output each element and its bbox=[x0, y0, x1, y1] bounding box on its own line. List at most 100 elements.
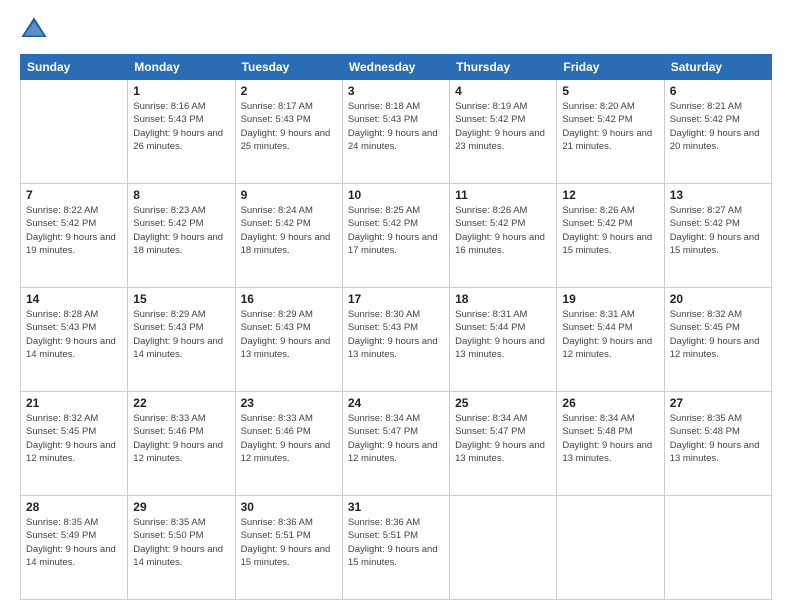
day-number: 7 bbox=[26, 188, 122, 202]
day-number: 29 bbox=[133, 500, 229, 514]
calendar-cell: 20 Sunrise: 8:32 AMSunset: 5:45 PMDaylig… bbox=[664, 288, 771, 392]
header bbox=[20, 16, 772, 44]
day-info: Sunrise: 8:32 AMSunset: 5:45 PMDaylight:… bbox=[26, 412, 122, 465]
calendar-cell: 31 Sunrise: 8:36 AMSunset: 5:51 PMDaylig… bbox=[342, 496, 449, 600]
weekday-header-friday: Friday bbox=[557, 55, 664, 80]
calendar-cell: 9 Sunrise: 8:24 AMSunset: 5:42 PMDayligh… bbox=[235, 184, 342, 288]
day-info: Sunrise: 8:36 AMSunset: 5:51 PMDaylight:… bbox=[241, 516, 337, 569]
calendar-cell bbox=[664, 496, 771, 600]
day-info: Sunrise: 8:30 AMSunset: 5:43 PMDaylight:… bbox=[348, 308, 444, 361]
day-info: Sunrise: 8:35 AMSunset: 5:50 PMDaylight:… bbox=[133, 516, 229, 569]
day-info: Sunrise: 8:24 AMSunset: 5:42 PMDaylight:… bbox=[241, 204, 337, 257]
calendar-cell: 16 Sunrise: 8:29 AMSunset: 5:43 PMDaylig… bbox=[235, 288, 342, 392]
day-info: Sunrise: 8:34 AMSunset: 5:47 PMDaylight:… bbox=[455, 412, 551, 465]
day-number: 27 bbox=[670, 396, 766, 410]
day-number: 20 bbox=[670, 292, 766, 306]
week-row-1: 1 Sunrise: 8:16 AMSunset: 5:43 PMDayligh… bbox=[21, 80, 772, 184]
day-info: Sunrise: 8:27 AMSunset: 5:42 PMDaylight:… bbox=[670, 204, 766, 257]
weekday-header-row: SundayMondayTuesdayWednesdayThursdayFrid… bbox=[21, 55, 772, 80]
day-number: 14 bbox=[26, 292, 122, 306]
day-number: 16 bbox=[241, 292, 337, 306]
day-info: Sunrise: 8:34 AMSunset: 5:47 PMDaylight:… bbox=[348, 412, 444, 465]
calendar-cell: 27 Sunrise: 8:35 AMSunset: 5:48 PMDaylig… bbox=[664, 392, 771, 496]
day-info: Sunrise: 8:26 AMSunset: 5:42 PMDaylight:… bbox=[455, 204, 551, 257]
calendar-cell: 8 Sunrise: 8:23 AMSunset: 5:42 PMDayligh… bbox=[128, 184, 235, 288]
day-info: Sunrise: 8:23 AMSunset: 5:42 PMDaylight:… bbox=[133, 204, 229, 257]
calendar-cell: 23 Sunrise: 8:33 AMSunset: 5:46 PMDaylig… bbox=[235, 392, 342, 496]
day-number: 31 bbox=[348, 500, 444, 514]
calendar-cell: 11 Sunrise: 8:26 AMSunset: 5:42 PMDaylig… bbox=[450, 184, 557, 288]
weekday-header-saturday: Saturday bbox=[664, 55, 771, 80]
calendar-cell: 7 Sunrise: 8:22 AMSunset: 5:42 PMDayligh… bbox=[21, 184, 128, 288]
day-number: 8 bbox=[133, 188, 229, 202]
day-number: 13 bbox=[670, 188, 766, 202]
logo bbox=[20, 16, 52, 44]
calendar-cell: 1 Sunrise: 8:16 AMSunset: 5:43 PMDayligh… bbox=[128, 80, 235, 184]
calendar-cell: 17 Sunrise: 8:30 AMSunset: 5:43 PMDaylig… bbox=[342, 288, 449, 392]
day-info: Sunrise: 8:21 AMSunset: 5:42 PMDaylight:… bbox=[670, 100, 766, 153]
weekday-header-sunday: Sunday bbox=[21, 55, 128, 80]
day-info: Sunrise: 8:17 AMSunset: 5:43 PMDaylight:… bbox=[241, 100, 337, 153]
calendar-cell: 18 Sunrise: 8:31 AMSunset: 5:44 PMDaylig… bbox=[450, 288, 557, 392]
day-info: Sunrise: 8:33 AMSunset: 5:46 PMDaylight:… bbox=[133, 412, 229, 465]
calendar-cell bbox=[21, 80, 128, 184]
day-info: Sunrise: 8:18 AMSunset: 5:43 PMDaylight:… bbox=[348, 100, 444, 153]
day-number: 2 bbox=[241, 84, 337, 98]
day-number: 5 bbox=[562, 84, 658, 98]
week-row-4: 21 Sunrise: 8:32 AMSunset: 5:45 PMDaylig… bbox=[21, 392, 772, 496]
weekday-header-thursday: Thursday bbox=[450, 55, 557, 80]
calendar-cell: 28 Sunrise: 8:35 AMSunset: 5:49 PMDaylig… bbox=[21, 496, 128, 600]
day-number: 1 bbox=[133, 84, 229, 98]
day-number: 22 bbox=[133, 396, 229, 410]
weekday-header-tuesday: Tuesday bbox=[235, 55, 342, 80]
day-number: 11 bbox=[455, 188, 551, 202]
day-number: 6 bbox=[670, 84, 766, 98]
week-row-3: 14 Sunrise: 8:28 AMSunset: 5:43 PMDaylig… bbox=[21, 288, 772, 392]
day-info: Sunrise: 8:36 AMSunset: 5:51 PMDaylight:… bbox=[348, 516, 444, 569]
day-number: 26 bbox=[562, 396, 658, 410]
calendar-cell: 22 Sunrise: 8:33 AMSunset: 5:46 PMDaylig… bbox=[128, 392, 235, 496]
day-info: Sunrise: 8:35 AMSunset: 5:49 PMDaylight:… bbox=[26, 516, 122, 569]
day-number: 12 bbox=[562, 188, 658, 202]
day-info: Sunrise: 8:31 AMSunset: 5:44 PMDaylight:… bbox=[562, 308, 658, 361]
day-info: Sunrise: 8:31 AMSunset: 5:44 PMDaylight:… bbox=[455, 308, 551, 361]
calendar-cell: 30 Sunrise: 8:36 AMSunset: 5:51 PMDaylig… bbox=[235, 496, 342, 600]
calendar-cell: 12 Sunrise: 8:26 AMSunset: 5:42 PMDaylig… bbox=[557, 184, 664, 288]
day-info: Sunrise: 8:16 AMSunset: 5:43 PMDaylight:… bbox=[133, 100, 229, 153]
day-number: 23 bbox=[241, 396, 337, 410]
calendar-cell: 4 Sunrise: 8:19 AMSunset: 5:42 PMDayligh… bbox=[450, 80, 557, 184]
calendar-cell: 25 Sunrise: 8:34 AMSunset: 5:47 PMDaylig… bbox=[450, 392, 557, 496]
day-number: 4 bbox=[455, 84, 551, 98]
day-info: Sunrise: 8:20 AMSunset: 5:42 PMDaylight:… bbox=[562, 100, 658, 153]
day-info: Sunrise: 8:28 AMSunset: 5:43 PMDaylight:… bbox=[26, 308, 122, 361]
calendar-cell: 13 Sunrise: 8:27 AMSunset: 5:42 PMDaylig… bbox=[664, 184, 771, 288]
calendar-cell: 24 Sunrise: 8:34 AMSunset: 5:47 PMDaylig… bbox=[342, 392, 449, 496]
calendar-cell: 29 Sunrise: 8:35 AMSunset: 5:50 PMDaylig… bbox=[128, 496, 235, 600]
calendar-cell: 6 Sunrise: 8:21 AMSunset: 5:42 PMDayligh… bbox=[664, 80, 771, 184]
day-number: 15 bbox=[133, 292, 229, 306]
day-number: 3 bbox=[348, 84, 444, 98]
week-row-2: 7 Sunrise: 8:22 AMSunset: 5:42 PMDayligh… bbox=[21, 184, 772, 288]
day-info: Sunrise: 8:29 AMSunset: 5:43 PMDaylight:… bbox=[241, 308, 337, 361]
day-number: 9 bbox=[241, 188, 337, 202]
day-number: 30 bbox=[241, 500, 337, 514]
day-number: 28 bbox=[26, 500, 122, 514]
day-info: Sunrise: 8:33 AMSunset: 5:46 PMDaylight:… bbox=[241, 412, 337, 465]
day-info: Sunrise: 8:25 AMSunset: 5:42 PMDaylight:… bbox=[348, 204, 444, 257]
day-number: 10 bbox=[348, 188, 444, 202]
calendar-table: SundayMondayTuesdayWednesdayThursdayFrid… bbox=[20, 54, 772, 600]
calendar-cell: 3 Sunrise: 8:18 AMSunset: 5:43 PMDayligh… bbox=[342, 80, 449, 184]
day-info: Sunrise: 8:26 AMSunset: 5:42 PMDaylight:… bbox=[562, 204, 658, 257]
page: SundayMondayTuesdayWednesdayThursdayFrid… bbox=[0, 0, 792, 612]
weekday-header-monday: Monday bbox=[128, 55, 235, 80]
calendar-cell: 26 Sunrise: 8:34 AMSunset: 5:48 PMDaylig… bbox=[557, 392, 664, 496]
day-number: 19 bbox=[562, 292, 658, 306]
calendar-cell: 2 Sunrise: 8:17 AMSunset: 5:43 PMDayligh… bbox=[235, 80, 342, 184]
day-number: 21 bbox=[26, 396, 122, 410]
day-info: Sunrise: 8:19 AMSunset: 5:42 PMDaylight:… bbox=[455, 100, 551, 153]
calendar-cell: 5 Sunrise: 8:20 AMSunset: 5:42 PMDayligh… bbox=[557, 80, 664, 184]
calendar-cell: 14 Sunrise: 8:28 AMSunset: 5:43 PMDaylig… bbox=[21, 288, 128, 392]
day-info: Sunrise: 8:32 AMSunset: 5:45 PMDaylight:… bbox=[670, 308, 766, 361]
day-number: 25 bbox=[455, 396, 551, 410]
day-info: Sunrise: 8:29 AMSunset: 5:43 PMDaylight:… bbox=[133, 308, 229, 361]
